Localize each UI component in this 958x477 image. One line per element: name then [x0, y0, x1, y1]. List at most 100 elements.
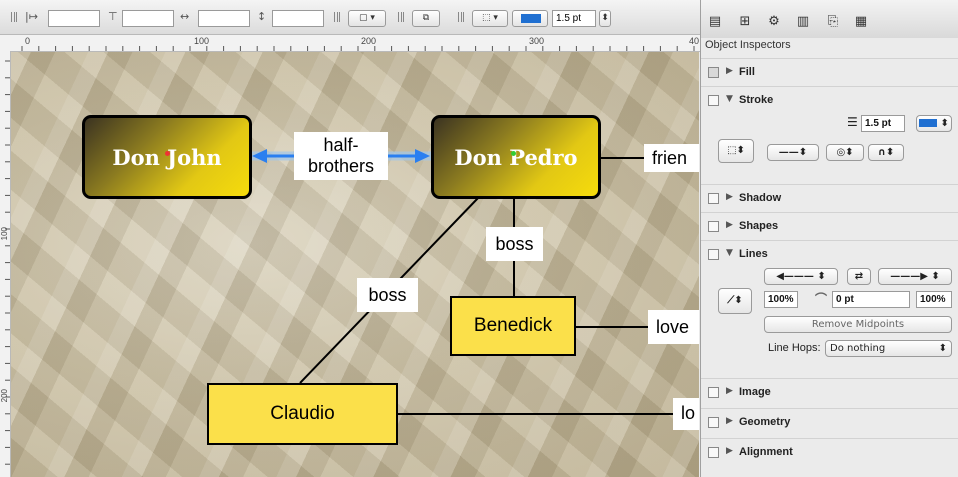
section-title: Lines: [739, 248, 768, 260]
node-claudio[interactable]: Claudio: [207, 383, 398, 445]
line-hops-popup[interactable]: Do nothing ⬍: [825, 340, 952, 357]
export-inspector-tab-icon[interactable]: ⎘: [824, 14, 842, 30]
stroke-pattern-popup[interactable]: ——⬍: [767, 144, 819, 161]
corner-radius-field[interactable]: 0 pt: [832, 291, 910, 308]
height-field[interactable]: [272, 10, 324, 27]
section-title: Shadow: [739, 192, 782, 204]
stroke-color-well[interactable]: ⬍: [916, 115, 952, 132]
geometry-icon: [708, 417, 719, 428]
y-position-field[interactable]: [122, 10, 174, 27]
toolbar-grip[interactable]: [11, 12, 17, 22]
node-don-pedro[interactable]: Don Pedro: [431, 115, 601, 199]
section-title: Shapes: [739, 220, 779, 232]
line-start-arrow-popup[interactable]: ◀——— ⬍: [764, 268, 838, 285]
vertical-ruler: 100 200: [0, 51, 11, 477]
line-hops-value: Do nothing: [830, 343, 886, 354]
line-end-arrow-popup[interactable]: ———▶ ⬍: [878, 268, 952, 285]
x-position-field[interactable]: [48, 10, 100, 27]
node-label: Don John: [112, 144, 222, 170]
stroke-width-field[interactable]: 1.5 pt: [552, 10, 596, 27]
arrowhead-left-icon: [252, 149, 267, 163]
section-title: Fill: [739, 66, 755, 78]
shadow-button[interactable]: ⧉: [412, 10, 440, 27]
document-inspector-tab-icon[interactable]: ▥: [794, 14, 812, 30]
arrowhead-right-icon: [415, 149, 430, 163]
section-geometry[interactable]: ▶ Geometry: [701, 408, 958, 437]
node-don-john[interactable]: Don John: [82, 115, 252, 199]
section-title: Stroke: [739, 94, 774, 106]
disclosure-collapsed-icon[interactable]: ▶: [726, 386, 733, 396]
x-position-icon: |↦: [25, 10, 38, 23]
shadow-icon: [708, 193, 719, 204]
diagram-canvas[interactable]: Don John Don Pedro Benedick Claudio half…: [11, 52, 699, 477]
stroke-join-popup[interactable]: ∩⬍: [868, 144, 904, 161]
disclosure-collapsed-icon[interactable]: ▶: [726, 446, 733, 456]
toolbar: |↦ ⊤ ↔ ↕ ▢ ▾ ⧉ ⬚ ▾ 1.5 pt ⬍: [0, 0, 700, 35]
node-label: Claudio: [270, 403, 335, 424]
connection-end-handle[interactable]: [511, 151, 516, 156]
line-hops-label: Line Hops:: [768, 342, 821, 354]
toolbar-grip[interactable]: [398, 12, 404, 22]
section-shapes[interactable]: ▶ Shapes: [701, 212, 958, 241]
ruler-label: 200: [361, 36, 377, 46]
style-inspector-tab-icon[interactable]: ▤: [706, 14, 724, 30]
toolbar-grip[interactable]: [458, 12, 464, 22]
section-fill[interactable]: ▶ Fill: [701, 58, 958, 87]
ruler-label: 100: [0, 227, 9, 241]
node-label: Benedick: [473, 315, 553, 336]
ruler-label: 40: [689, 36, 700, 46]
chevron-updown-icon: ⬍: [938, 343, 947, 354]
end-scale-field[interactable]: 100%: [916, 291, 952, 308]
node-label: Don Pedro: [454, 144, 578, 170]
start-scale-field[interactable]: 100%: [764, 291, 798, 308]
section-alignment[interactable]: ▶ Alignment: [701, 438, 958, 467]
width-icon: ↔: [180, 10, 190, 23]
disclosure-collapsed-icon[interactable]: ▶: [726, 416, 733, 426]
swap-arrows-button[interactable]: ⇄: [847, 268, 871, 285]
line-type-popup[interactable]: ⟋⬍: [718, 288, 752, 314]
node-benedick[interactable]: Benedick: [450, 296, 576, 356]
disclosure-collapsed-icon[interactable]: ▶: [726, 192, 733, 202]
shape-style-popup[interactable]: ▢ ▾: [348, 10, 386, 27]
section-stroke[interactable]: ▼ Stroke ☰ 1.5 pt ⬍ ⬚⬍ ——⬍ ◎⬍ ∩⬍: [701, 86, 958, 185]
stroke-width-stepper[interactable]: ⬍: [599, 10, 611, 27]
label-boss-benedick[interactable]: boss: [486, 227, 543, 261]
section-title: Geometry: [739, 416, 791, 428]
stroke-cap-popup[interactable]: ◎⬍: [826, 144, 864, 161]
stroke-color-well[interactable]: [512, 10, 548, 27]
stroke-icon: [708, 95, 719, 106]
label-friends[interactable]: frien: [644, 144, 699, 172]
stroke-color-swatch: [521, 14, 541, 23]
disclosure-expanded-icon[interactable]: ▼: [726, 94, 733, 104]
stroke-style-popup[interactable]: ⬚ ▾: [472, 10, 508, 27]
disclosure-collapsed-icon[interactable]: ▶: [726, 220, 733, 230]
grid-inspector-tab-icon[interactable]: ▦: [852, 14, 870, 30]
section-title: Alignment: [739, 446, 793, 458]
horizontal-ruler: 0 100 200 300 40: [0, 35, 700, 52]
alignment-icon: [708, 447, 719, 458]
toolbar-grip[interactable]: [334, 12, 340, 22]
width-field[interactable]: [198, 10, 250, 27]
inspector-title: Object Inspectors: [705, 39, 791, 51]
stroke-shape-popup[interactable]: ⬚⬍: [718, 139, 754, 163]
object-inspector-panel: ▤ ⊞ ⚙ ▥ ⎘ ▦ Object Inspectors ▶ Fill ▼ S…: [700, 0, 958, 477]
section-lines[interactable]: ▼ Lines ◀——— ⬍ ⇄ ———▶ ⬍ ⟋⬍ 100% ⌒ 0 pt 1…: [701, 240, 958, 374]
image-icon: [708, 387, 719, 398]
remove-midpoints-button[interactable]: Remove Midpoints: [764, 316, 952, 333]
stroke-width-field[interactable]: 1.5 pt: [861, 115, 905, 132]
disclosure-expanded-icon[interactable]: ▼: [726, 248, 733, 258]
disclosure-collapsed-icon[interactable]: ▶: [726, 66, 733, 76]
ruler-label: 0: [25, 36, 31, 46]
connection-start-handle[interactable]: [165, 151, 170, 156]
gear-icon[interactable]: ⚙: [765, 14, 783, 30]
label-half-brothers[interactable]: half- brothers: [294, 132, 388, 180]
label-love-benedick[interactable]: love: [648, 310, 699, 344]
inspector-tabs: ▤ ⊞ ⚙ ▥ ⎘ ▦ Object Inspectors: [701, 0, 958, 51]
section-shadow[interactable]: ▶ Shadow: [701, 184, 958, 213]
section-image[interactable]: ▶ Image: [701, 378, 958, 407]
stroke-color-swatch: [919, 119, 938, 127]
layout-inspector-tab-icon[interactable]: ⊞: [736, 14, 754, 30]
label-boss-claudio[interactable]: boss: [357, 278, 418, 312]
y-position-icon: ⊤: [108, 10, 118, 23]
label-love-claudio[interactable]: lo: [673, 398, 699, 430]
